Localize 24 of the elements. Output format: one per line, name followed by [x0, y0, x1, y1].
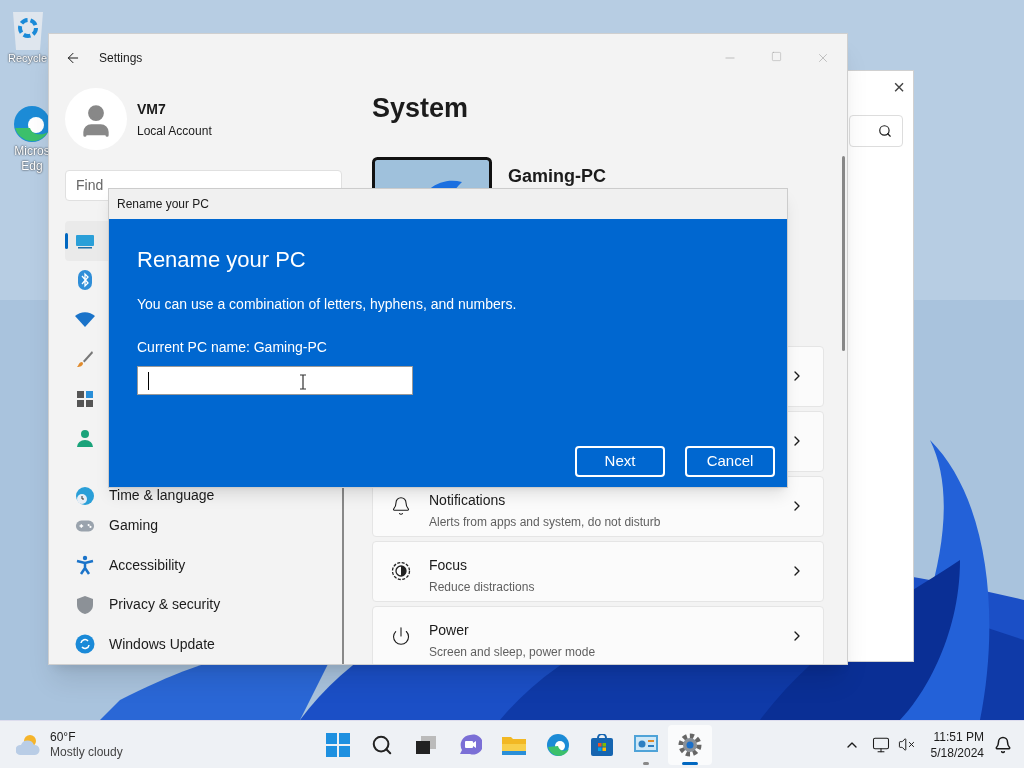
- account-type: Local Account: [137, 122, 212, 140]
- card-subtitle: Screen and sleep, power mode: [429, 643, 597, 661]
- pc-name: Gaming-PC: [508, 164, 606, 188]
- card-title: Focus: [429, 555, 469, 575]
- weather-temperature: 60°F: [50, 729, 77, 745]
- current-name-label: Current PC name: Gaming-PC: [137, 338, 328, 357]
- desktop-icon-label: Recycle: [8, 51, 48, 66]
- account-name: VM7: [137, 99, 167, 119]
- card-subtitle: Reduce distractions: [429, 578, 536, 596]
- card-title: Power: [429, 620, 470, 640]
- card-title: Notifications: [429, 490, 507, 510]
- weather-condition: Mostly cloudy: [50, 744, 123, 760]
- desktop-icon-label: Micros Edg: [13, 144, 51, 174]
- dialog-heading: Rename your PC: [137, 246, 307, 274]
- nav-label: Privacy & security: [109, 595, 221, 615]
- nav-label: Time & language: [109, 485, 215, 505]
- nav-label: Windows Update: [109, 634, 215, 654]
- search-placeholder: Find: [76, 176, 104, 195]
- card-subtitle: Alerts from apps and system, do not disturb: [429, 513, 662, 531]
- window-title: Settings: [99, 50, 143, 67]
- nav-label: Accessibility: [109, 555, 186, 575]
- page-heading: System: [372, 92, 470, 125]
- dialog-text: You can use a combination of letters, hyphens, and numbers.: [137, 295, 518, 314]
- nav-label: Gaming: [109, 516, 159, 536]
